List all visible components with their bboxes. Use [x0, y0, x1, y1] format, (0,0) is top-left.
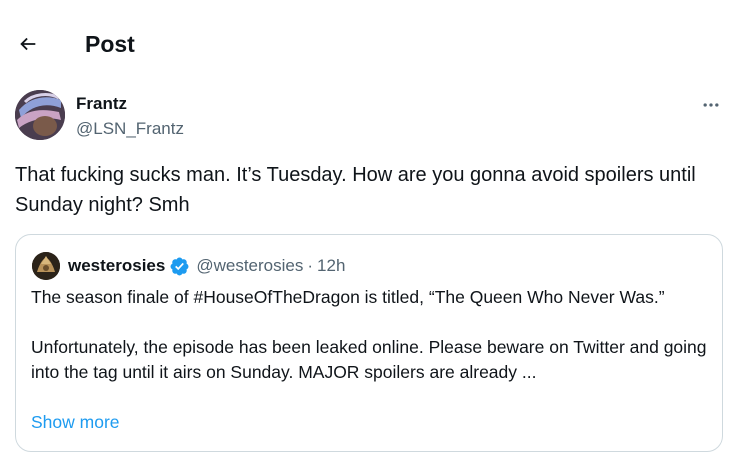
quoted-author-avatar: [32, 252, 60, 280]
separator-dot: ·: [307, 256, 314, 275]
page-title: Post: [85, 31, 135, 57]
arrow-left-icon: [20, 37, 36, 51]
show-more-link[interactable]: Show more: [31, 410, 120, 435]
quoted-author-handle: @westerosies: [196, 256, 304, 275]
quoted-post-text: The season finale of #HouseOfTheDragon i…: [31, 285, 711, 385]
back-button[interactable]: [14, 30, 42, 58]
more-horizontal-icon: [703, 103, 719, 107]
quoted-post-card[interactable]: westerosies @westerosies · 12h The seaso…: [15, 234, 723, 452]
author-name[interactable]: Frantz: [76, 94, 127, 114]
more-options-button[interactable]: [698, 92, 724, 118]
post-header: Post: [0, 0, 730, 86]
quoted-paragraph-2: Unfortunately, the episode has been leak…: [31, 337, 707, 382]
quoted-post-header: westerosies @westerosies · 12h: [68, 254, 345, 278]
quoted-post-time: 12h: [317, 256, 346, 275]
author-handle[interactable]: @LSN_Frantz: [76, 119, 184, 139]
verified-badge-icon: [169, 256, 190, 277]
quoted-paragraph-1: The season finale of #HouseOfTheDragon i…: [31, 287, 665, 307]
post-text: That fucking sucks man. It’s Tuesday. Ho…: [15, 164, 696, 216]
author-avatar[interactable]: [15, 90, 65, 140]
quoted-author-name: westerosies: [68, 256, 166, 275]
